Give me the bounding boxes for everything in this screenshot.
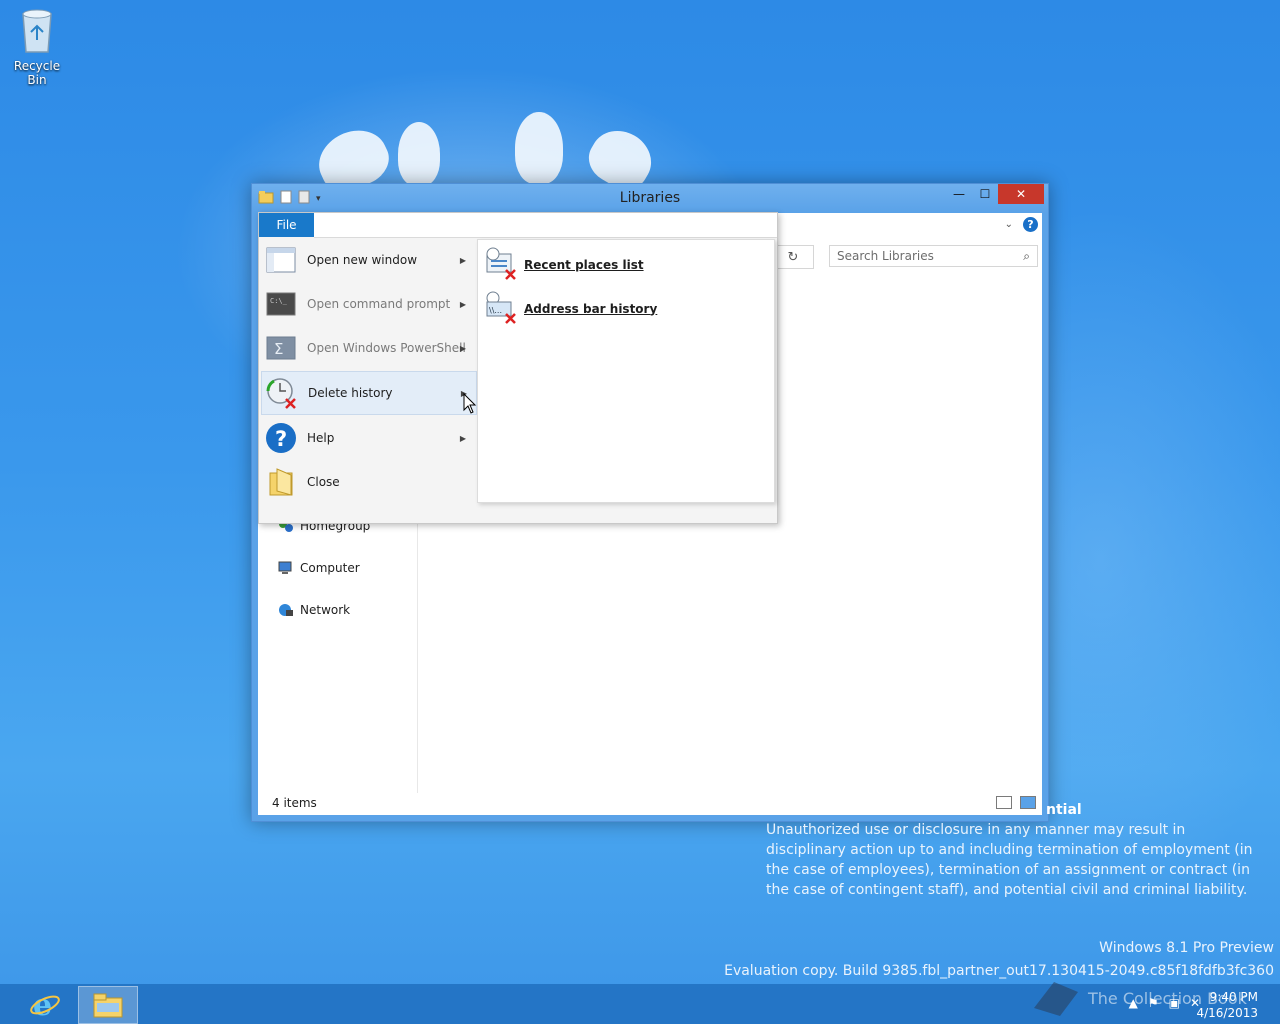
recycle-bin[interactable]: Recycle Bin — [4, 6, 70, 87]
nav-item-label: Network — [300, 603, 351, 617]
svg-text:?: ? — [275, 427, 287, 451]
large-icons-view-icon[interactable] — [1020, 796, 1036, 809]
submenu-item-address-bar-history[interactable]: \\... Address bar history — [484, 290, 657, 327]
flower-petal — [515, 112, 563, 184]
submenu-arrow-icon: ▶ — [459, 343, 466, 353]
minimize-button[interactable]: — — [946, 184, 972, 204]
submenu-arrow-icon: ▶ — [459, 433, 466, 443]
collection-book-text: The Collection Book — [1088, 988, 1247, 1008]
search-input[interactable]: Search Libraries ⌕ — [829, 245, 1038, 267]
menu-item-label: Open new window — [307, 253, 418, 267]
file-menu-strip — [314, 213, 777, 238]
build-watermark: Evaluation copy. Build 9385.fbl_partner_… — [724, 963, 1274, 979]
search-placeholder: Search Libraries — [837, 249, 934, 263]
submenu-item-recent-places[interactable]: Recent places list — [484, 246, 644, 283]
help-icon: ? — [265, 422, 297, 454]
window-frame — [1042, 213, 1048, 821]
delete-history-submenu: Recent places list \\... Address bar his… — [477, 239, 775, 503]
view-switcher — [996, 796, 1036, 809]
command-prompt-icon: C:\_ — [265, 288, 297, 320]
refresh-icon[interactable]: ↻ — [788, 250, 799, 265]
edition-watermark: Windows 8.1 Pro Preview — [1099, 940, 1274, 956]
flower-petal — [398, 122, 440, 186]
file-menu: File Open new window ▶ C:\_ Open command… — [258, 212, 778, 524]
nav-item-label: Computer — [300, 561, 360, 575]
menu-item-label: Help — [307, 431, 335, 445]
search-icon[interactable]: ⌕ — [1023, 246, 1030, 266]
menu-item-open-new-window[interactable]: Open new window ▶ — [261, 239, 475, 281]
recycle-bin-icon — [22, 9, 52, 53]
file-menu-items: Open new window ▶ C:\_ Open command prom… — [259, 239, 477, 507]
delete-history-icon — [266, 377, 298, 409]
svg-text:\\...: \\... — [489, 306, 502, 315]
window-icon — [265, 244, 297, 276]
computer-icon — [278, 561, 292, 574]
title-bar[interactable]: ▾ Libraries — ☐ ✕ — [252, 184, 1048, 213]
details-view-icon[interactable] — [996, 796, 1012, 809]
network-icon — [279, 604, 293, 616]
submenu-arrow-icon: ▶ — [459, 255, 466, 265]
submenu-item-label: Recent places list — [524, 257, 644, 272]
menu-item-open-powershell[interactable]: Σ Open Windows PowerShell ▶ — [261, 327, 475, 369]
close-button[interactable]: ✕ — [998, 184, 1044, 204]
nav-item-computer[interactable]: Computer — [278, 561, 360, 575]
menu-item-open-command-prompt[interactable]: C:\_ Open command prompt ▶ — [261, 283, 475, 325]
help-icon[interactable]: ? — [1023, 217, 1038, 232]
notice-body: Unauthorized use or disclosure in any ma… — [766, 822, 1253, 898]
window-title: Libraries — [619, 190, 681, 206]
menu-item-close[interactable]: Close — [261, 461, 475, 503]
close-folder-icon — [265, 466, 297, 498]
internet-explorer-button[interactable]: e — [16, 986, 74, 1022]
svg-text:Σ: Σ — [274, 340, 283, 358]
book-logo-icon — [1034, 982, 1078, 1016]
expand-ribbon-icon[interactable]: ⌄ — [1005, 219, 1013, 230]
menu-item-label: Open Windows PowerShell — [307, 341, 466, 355]
submenu-item-label: Address bar history — [524, 301, 658, 316]
collection-book-watermark: The Collection Book — [1030, 978, 1247, 1018]
navigation-pane: Homegroup Computer Network — [258, 514, 418, 793]
internet-explorer-icon: e — [30, 988, 60, 1020]
menu-item-delete-history[interactable]: Delete history ▶ — [261, 371, 477, 415]
address-history-delete-icon: \\... — [484, 290, 518, 327]
mouse-cursor-icon — [463, 392, 477, 418]
file-explorer-icon — [93, 993, 123, 1018]
submenu-arrow-icon: ▶ — [459, 299, 466, 309]
svg-text:C:\_: C:\_ — [270, 297, 288, 305]
address-bar-controls: ↻ — [772, 245, 814, 269]
powershell-icon: Σ — [265, 332, 297, 364]
ribbon-controls: ⌄ ? — [1005, 217, 1038, 232]
window-controls: — ☐ ✕ — [946, 184, 1044, 204]
recent-places-delete-icon — [484, 246, 518, 283]
nav-item-network[interactable]: Network — [278, 603, 350, 617]
file-explorer-button[interactable] — [78, 986, 138, 1024]
menu-item-label: Close — [307, 475, 340, 489]
status-bar: 4 items — [258, 791, 1042, 815]
menu-item-label: Open command prompt — [307, 297, 451, 311]
file-tab[interactable]: File — [259, 213, 314, 237]
menu-item-label: Delete history — [308, 386, 393, 400]
notice-heading: ntial — [1046, 802, 1082, 818]
item-count: 4 items — [272, 796, 317, 810]
menu-item-help[interactable]: ? Help ▶ — [261, 417, 475, 459]
maximize-button[interactable]: ☐ — [972, 184, 998, 204]
recycle-bin-label: Recycle Bin — [13, 59, 61, 87]
